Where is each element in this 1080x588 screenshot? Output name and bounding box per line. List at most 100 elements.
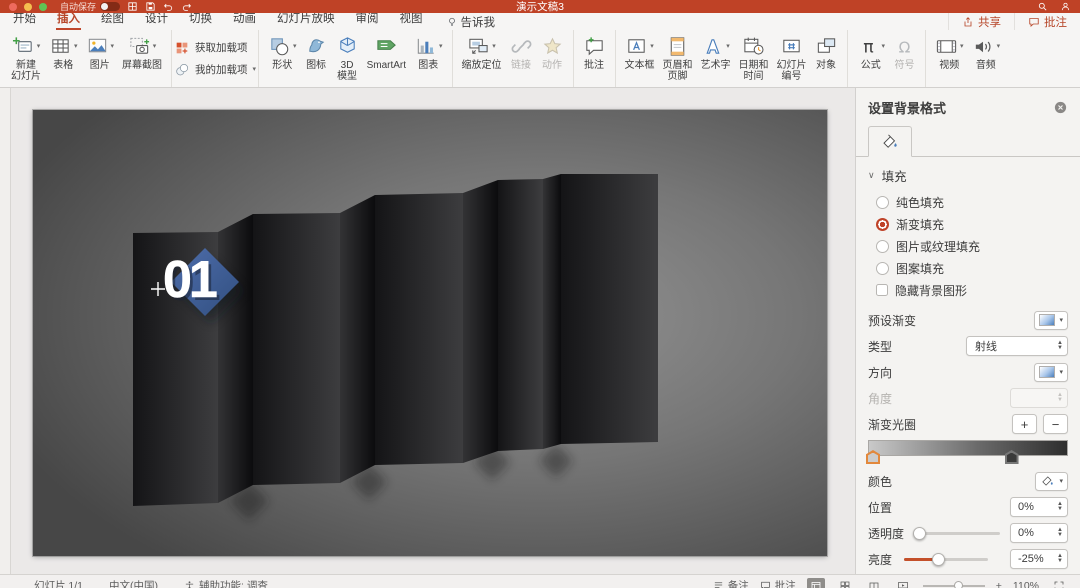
stop-color-dropdown[interactable]: ▾ [1035,471,1068,491]
equation-button[interactable]: π ▾ 公式 [853,33,890,72]
header-footer-icon [666,35,689,58]
view-grid-icon[interactable] [127,1,138,12]
chart-button[interactable]: ▾ 图表 [410,33,447,72]
minimize-window-button[interactable] [24,2,32,11]
3d-models-button[interactable]: 3D 模型 [332,33,363,83]
normal-view-button[interactable] [806,578,825,588]
tab-design[interactable]: 设计 [144,10,169,30]
slideshow-view-button[interactable] [894,578,912,588]
gradient-stop-1[interactable] [866,450,880,464]
zoom-level[interactable]: 110% [1013,580,1039,588]
datetime-button[interactable]: 日期和 时间 [735,33,773,83]
audio-button[interactable]: ▾ 音频 [968,33,1005,72]
tab-home[interactable]: 开始 [12,10,37,30]
radio-gradient-fill[interactable]: 渐变填充 [856,213,1080,235]
shapes-button[interactable]: ▾ 形状 [264,33,301,72]
radio-solid-fill[interactable]: 纯色填充 [856,191,1080,213]
tab-draw[interactable]: 绘图 [100,10,125,30]
tab-insert[interactable]: 插入 [56,10,81,30]
fill-tab[interactable] [868,126,912,157]
notes-toggle[interactable]: 备注 [713,578,749,588]
tab-review[interactable]: 审阅 [355,10,380,30]
autosave-toggle[interactable] [100,2,121,11]
accessibility-status[interactable]: 辅助功能: 调查 [184,578,268,588]
save-icon[interactable] [145,1,156,12]
close-window-button[interactable] [9,2,17,11]
checkbox-hide-background[interactable]: 隐藏背景图形 [856,279,1080,301]
undo-icon[interactable] [163,1,174,12]
redo-icon[interactable] [181,1,192,12]
smartart-icon [375,35,398,58]
fit-slide-button[interactable] [1050,578,1068,588]
screenshot-icon [128,35,151,58]
table-button[interactable]: ▾ 表格 [45,33,82,72]
slide-number-button[interactable]: 幻灯片 编号 [773,33,811,83]
comments-toggle[interactable]: 批注 [760,578,796,588]
comment-bubble-icon [1028,16,1040,28]
slide-indicator[interactable]: 幻灯片 1/1 [34,578,83,588]
add-gradient-stop-button[interactable]: + [1012,414,1037,434]
reading-view-button[interactable] [865,578,883,588]
gradient-direction-label: 方向 [868,365,893,380]
status-bar: 幻灯片 1/1 中文(中国) 辅助功能: 调查 备注 批注 + 110% [0,574,1080,588]
radio-pattern-fill[interactable]: 图案填充 [856,257,1080,279]
share-button[interactable]: 共享 [948,13,1014,30]
my-addins-button[interactable]: 我的加载项 ▾ [174,62,256,78]
brightness-stepper[interactable]: -25% ▲ ▼ [1010,549,1068,569]
zoom-in-button[interactable]: + [996,580,1002,588]
icons-button[interactable]: 图标 [301,33,332,72]
tab-slideshow[interactable]: 幻灯片放映 [276,10,336,30]
object-button[interactable]: 对象 [811,33,842,72]
tab-transitions[interactable]: 切换 [188,10,213,30]
thumbnail-pane-edge[interactable] [0,88,11,574]
preset-gradient-dropdown[interactable]: ▾ [1034,310,1068,330]
format-background-pane: 设置背景格式 ∨ 填充 纯色填充 渐变填充 图片或纹理填充 图案填充 隐藏背景图… [855,88,1080,588]
paint-bucket-icon [881,133,899,151]
search-icon[interactable] [1037,1,1048,12]
video-button[interactable]: ▾ 视频 [931,33,968,72]
smartart-button[interactable]: SmartArt [363,33,410,72]
transparency-slider[interactable] [912,526,1001,540]
ribbon-group-symbols: π ▾ 公式 Ω 符号 [846,30,926,87]
get-addins-button[interactable]: 获取加载项 [174,40,248,56]
gradient-stops-bar[interactable] [866,440,1068,464]
header-footer-button[interactable]: 页眉和 页脚 [659,33,697,83]
angle-label: 角度 [868,391,893,406]
zoom-slider[interactable] [922,580,985,588]
textbox-button[interactable]: ▾ 文本框 [621,33,659,72]
remove-gradient-stop-button[interactable]: − [1043,414,1068,434]
transparency-stepper[interactable]: 0% ▲ ▼ [1010,523,1068,543]
tab-view[interactable]: 视图 [399,10,424,30]
zoom-slides-button[interactable]: ▾ 缩放定位 [458,33,506,72]
tell-me-button[interactable]: 告诉我 [446,13,495,30]
gradient-type-select[interactable]: 射线 ▲ ▼ [966,336,1068,356]
preset-gradient-label: 预设渐变 [868,313,917,328]
radio-picture-texture-fill[interactable]: 图片或纹理填充 [856,235,1080,257]
comments-icon [760,580,771,588]
account-icon[interactable] [1060,1,1071,12]
screenshot-button[interactable]: ▾ 屏幕截图 [118,33,166,72]
slide-sorter-view-button[interactable] [836,578,854,588]
ribbon-tabs: 开始 插入 绘图 设计 切换 动画 幻灯片放映 审阅 视图 [12,13,424,30]
position-stepper[interactable]: 0% ▲ ▼ [1010,497,1068,517]
brightness-slider[interactable] [904,552,989,566]
new-comment-button[interactable]: 批注 [579,33,610,72]
slide[interactable]: 01 01 [33,110,827,556]
wordart-button[interactable]: ▾ 艺术字 [697,33,735,72]
chapter-number-text: 01 [163,251,217,309]
3d-model-icon [336,35,359,58]
pictures-button[interactable]: ▾ 图片 [82,33,119,72]
new-slide-button[interactable]: ▾ 新建 幻灯片 [7,33,45,83]
tab-animations[interactable]: 动画 [232,10,257,30]
comments-button[interactable]: 批注 [1014,13,1080,30]
chart-icon [414,35,437,58]
svg-text:π: π [863,37,873,57]
fill-section-header[interactable]: ∨ 填充 [856,157,1080,191]
language-indicator[interactable]: 中文(中国) [109,578,158,588]
gradient-direction-dropdown[interactable]: ▾ [1034,362,1068,382]
slide-graphic: 01 01 [33,110,827,556]
gradient-stop-2[interactable] [1004,450,1019,464]
zoom-window-button[interactable] [39,2,47,11]
action-button: 动作 [537,33,568,72]
close-pane-icon[interactable] [1053,100,1068,115]
